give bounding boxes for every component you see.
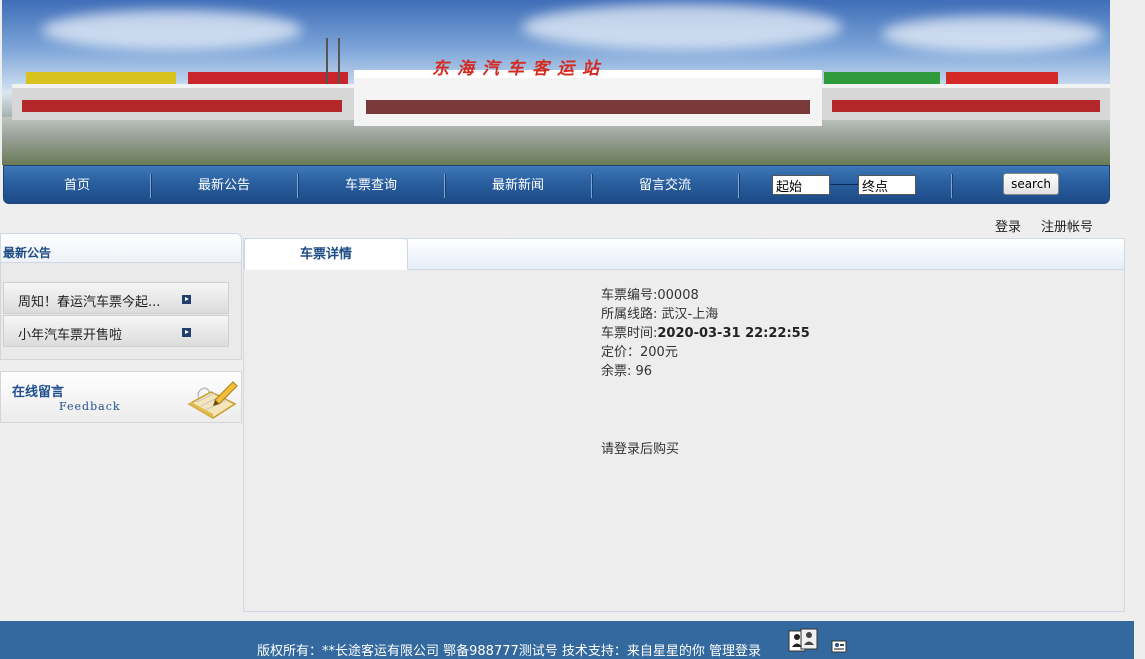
ticket-time: 车票时间:2020-03-31 22:22:55 <box>601 324 810 343</box>
ticket-route: 所属线路: 武汉-上海 <box>601 307 719 322</box>
nav-item-news[interactable]: 最新新闻 <box>445 166 591 205</box>
list-item[interactable]: 周知！春运汽车票今起... <box>3 282 229 314</box>
login-to-buy-hint: 请登录后购买 <box>601 442 680 457</box>
ticket-time-value: 2020-03-31 22:22:55 <box>657 326 810 341</box>
nav-item-notices[interactable]: 最新公告 <box>151 166 297 205</box>
notice-label: 小年汽车票开售啦 <box>18 328 123 343</box>
ticket-time-label: 车票时间: <box>601 326 658 341</box>
notice-label: 周知！春运汽车票今起... <box>18 295 161 310</box>
notice-panel-header: 最新公告 <box>0 233 242 263</box>
copyright-text: 版权所有：**长途客运有限公司 鄂备988777测试号 技术支持：来自星星的你 <box>257 644 710 659</box>
start-station-input[interactable] <box>772 175 830 195</box>
nav-item-messages[interactable]: 留言交流 <box>592 166 738 205</box>
notebook-pencil-icon <box>187 381 238 419</box>
tab-ticket-detail[interactable]: 车票详情 <box>244 238 408 271</box>
feedback-subtitle: Feedback <box>59 400 121 413</box>
end-station-input[interactable] <box>858 175 916 195</box>
header-banner: 东海汽车客运站 <box>2 0 1110 165</box>
admin-login-link[interactable]: 管理登录 <box>709 644 761 659</box>
feedback-link[interactable]: 在线留言 Feedback <box>0 371 242 423</box>
people-icon <box>788 628 818 652</box>
ticket-price: 定价：200元 <box>601 345 678 360</box>
admin-icon <box>831 640 847 653</box>
search-button[interactable]: search <box>1003 173 1059 195</box>
ticket-number: 车票编号:00008 <box>601 288 699 303</box>
arrow-right-icon <box>182 295 191 304</box>
footer-text: 版权所有：**长途客运有限公司 鄂备988777测试号 技术支持：来自星星的你 … <box>257 640 761 659</box>
register-link[interactable]: 注册帐号 <box>1041 216 1093 235</box>
login-link[interactable]: 登录 <box>995 216 1021 235</box>
ticket-remaining: 余票: 96 <box>601 364 653 379</box>
nav-item-home[interactable]: 首页 <box>4 166 150 205</box>
arrow-right-icon <box>182 328 191 337</box>
feedback-title: 在线留言 <box>12 385 65 400</box>
notice-list: 周知！春运汽车票今起... 小年汽车票开售啦 <box>0 263 242 360</box>
page-footer: 版权所有：**长途客运有限公司 鄂备988777测试号 技术支持：来自星星的你 … <box>0 621 1134 659</box>
list-item[interactable]: 小年汽车票开售啦 <box>3 315 229 347</box>
station-title: 东海汽车客运站 <box>432 59 607 79</box>
main-nav: 首页 最新公告 车票查询 最新新闻 留言交流 search <box>3 165 1110 204</box>
notice-panel-title: 最新公告 <box>3 246 52 260</box>
detail-tabbar: 车票详情 <box>243 238 1125 271</box>
nav-item-ticket-query[interactable]: 车票查询 <box>298 166 444 205</box>
